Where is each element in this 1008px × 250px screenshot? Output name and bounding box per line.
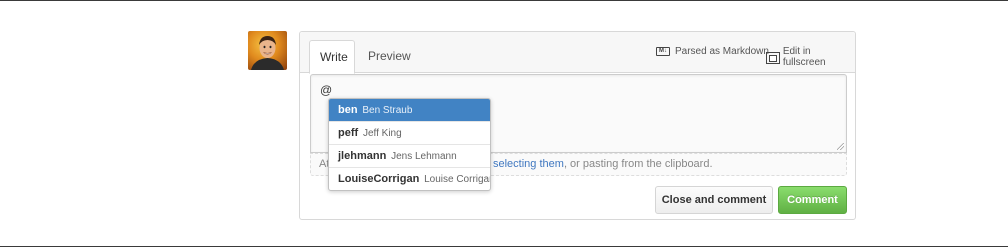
markdown-help-link[interactable]: M↓ Parsed as Markdown: [656, 46, 769, 57]
suggestion-login: peff: [338, 127, 359, 139]
top-border: [0, 0, 1008, 1]
fullscreen-button[interactable]: Edit in fullscreen: [766, 46, 855, 68]
suggestion-item[interactable]: peff Jeff King: [329, 122, 490, 145]
markdown-label: Parsed as Markdown: [675, 46, 769, 57]
fullscreen-label: Edit in fullscreen: [782, 46, 826, 68]
suggestion-item[interactable]: ben Ben Straub: [329, 99, 490, 122]
fullscreen-icon: [766, 52, 780, 64]
suggestion-login: ben: [338, 104, 358, 116]
comment-button[interactable]: Comment: [778, 186, 847, 214]
comment-tabbar: Write Preview M↓ Parsed as Markdown Edit…: [300, 32, 855, 74]
mention-suggester: ben Ben Straub peff Jeff King jlehmann J…: [328, 98, 491, 191]
suggestion-item[interactable]: jlehmann Jens Lehmann: [329, 145, 490, 168]
close-and-comment-button[interactable]: Close and comment: [655, 186, 773, 214]
user-portrait-icon: [251, 36, 284, 70]
suggestion-name: Jens Lehmann: [391, 151, 457, 162]
tab-preview[interactable]: Preview: [358, 40, 421, 74]
select-files-link[interactable]: selecting them: [493, 158, 564, 170]
suggestion-item[interactable]: LouiseCorrigan Louise Corrigan: [329, 168, 491, 190]
suggestion-login: jlehmann: [338, 150, 387, 162]
suggestion-name: Jeff King: [362, 128, 402, 139]
comment-text: @: [320, 83, 333, 97]
resize-grip-icon[interactable]: [837, 143, 844, 150]
bottom-border: [0, 246, 1008, 247]
attach-hint-end: , or pasting from the clipboard.: [563, 158, 713, 170]
suggestion-name: Louise Corrigan: [424, 174, 491, 185]
suggestion-login: LouiseCorrigan: [338, 173, 420, 185]
suggestion-name: Ben Straub: [362, 105, 413, 116]
markdown-icon: M↓: [656, 47, 670, 56]
tab-write[interactable]: Write: [309, 40, 355, 74]
avatar: [248, 31, 287, 70]
